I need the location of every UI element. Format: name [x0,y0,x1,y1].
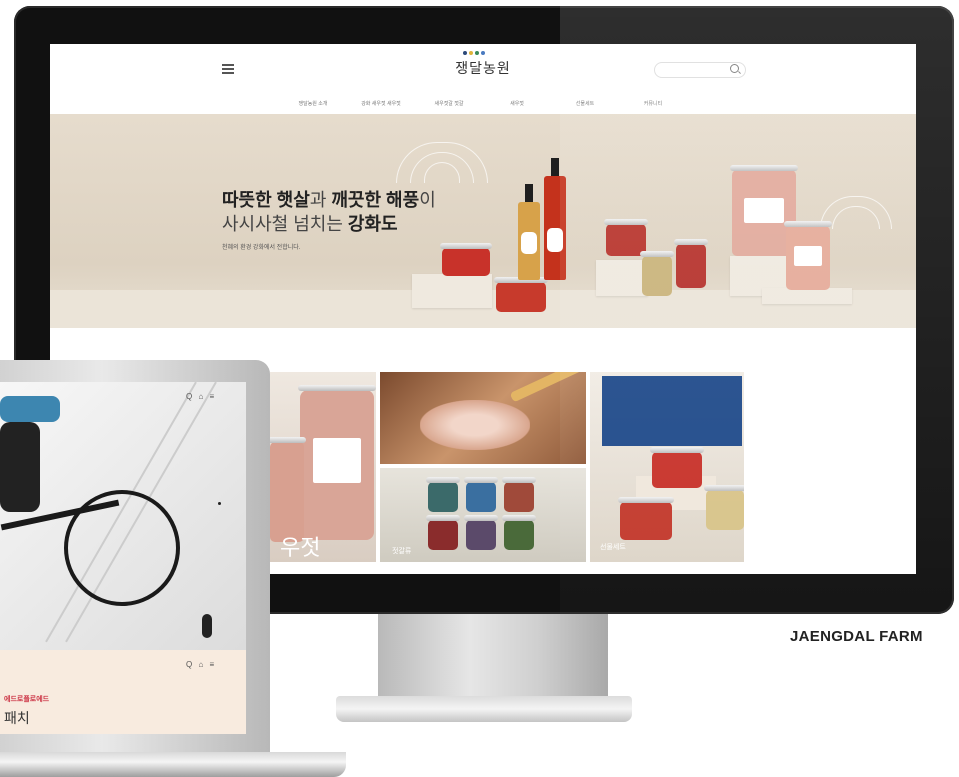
shrimp-jar [784,221,832,290]
logo-dot [475,51,479,55]
panel-big-text: 패치 [4,710,30,726]
monitor-stand-neck [378,614,608,700]
hero-banner[interactable]: 따뜻한 햇살과 깨끗한 해풍이 사시사철 넘치는 강화도 천혜의 환경 강화에서… [50,114,916,328]
red-jar [440,243,492,276]
nav-item-community[interactable]: 커뮤니티 [619,100,687,107]
monitor-stand-base [336,696,632,722]
red-jar [494,277,548,312]
yellow-jar [640,251,674,296]
jeotgal-jar [464,515,498,550]
jeotgal-jar [502,515,536,550]
stone-pedestal [596,260,648,296]
red-jar [650,447,704,488]
logo-mark [463,51,485,55]
shrimp-jar [270,437,306,542]
panel-small-text: 에드로플로에드 [4,696,50,703]
product-tile-saeujeot[interactable]: 우젓 [270,372,376,562]
nav-item-about[interactable]: 쟁달농원 소개 [279,100,347,107]
bike-hero [0,382,246,650]
laptop-base [0,752,346,777]
search-input[interactable] [654,62,746,78]
product-tile-gift-set[interactable]: 선물세트 [590,372,744,562]
product-tile-shrimp[interactable] [380,372,586,464]
cyclist-jersey [0,396,60,422]
laptop-header-icons[interactable]: Q ⌂ ≡ [186,392,216,401]
nav-item-saeujeot[interactable]: 강화 새우젓 새우젓 [347,100,415,107]
nav-item-jeotgal[interactable]: 새우젓갈 젓갈 [415,100,483,107]
site-header: 쟁달농원 쟁달농원 소개 강화 새우젓 새우젓 새우젓갈 젓갈 새우젓 선물세트… [50,44,916,115]
site-logo[interactable]: 쟁달농원 [440,58,526,78]
tile-caption: 젓갈류 [392,548,412,555]
spoon [509,372,586,403]
stone-pedestal [412,274,492,308]
nav-item-shrimp[interactable]: 새우젓 [483,100,551,107]
logo-dot [481,51,485,55]
nav-item-gift[interactable]: 선물세트 [551,100,619,107]
logo-dot [463,51,467,55]
stone-pedestal [762,288,852,304]
panel-header-icons[interactable]: Q ⌂ ≡ [186,660,216,669]
logo-dot [469,51,473,55]
hero-subtitle: 천혜의 환경 강화에서 전합니다. [222,245,301,251]
shrimp-jar [298,385,376,540]
sauce-bottle [518,184,540,280]
jeotgal-jar [426,515,460,550]
scroll-toggle[interactable] [202,614,212,638]
red-jar [618,497,674,540]
product-tile-jeotgal[interactable]: 젓갈류 [380,468,586,562]
main-nav: 쟁달농원 소개 강화 새우젓 새우젓 새우젓갈 젓갈 새우젓 선물세트 커뮤니티 [50,100,916,107]
jeotgal-jar [502,477,536,512]
search-icon[interactable] [730,64,739,73]
jeotgal-jar [426,477,460,512]
slide-dot[interactable] [218,502,221,505]
gift-box [602,376,742,446]
tile-caption: 우젓 [280,535,321,560]
menu-icon[interactable] [222,64,234,76]
cyclist-body [0,422,40,512]
jeotgal-jar [464,477,498,512]
tile-caption: 선물세트 [600,544,626,551]
hero-title: 따뜻한 햇살과 깨끗한 해풍이 사시사철 넘치는 강화도 [222,190,436,234]
sauce-bottle [544,158,566,280]
laptop-info-panel: Q ⌂ ≡ 에드로플로에드 패치 [0,650,246,734]
brand-caption: JAENGDAL FARM [790,628,923,645]
dried-shrimp-pile [420,400,530,450]
red-jar [674,239,708,288]
yellow-jar [704,485,744,530]
laptop-screen: Q ⌂ ≡ Q ⌂ ≡ 에드로플로에드 패치 [0,382,246,734]
